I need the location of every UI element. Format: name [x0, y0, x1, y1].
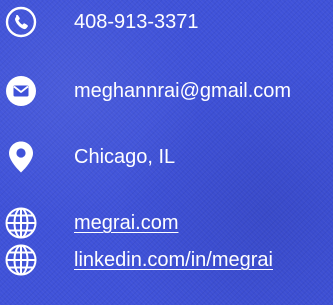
website-link[interactable]: megrai.com — [74, 211, 178, 235]
location-text: Chicago, IL — [74, 146, 176, 168]
contact-list: 408-913-3371 meghannrai@gmail.com Chicag… — [0, 0, 333, 305]
contact-phone-row: 408-913-3371 — [0, 2, 333, 42]
contact-location-row: Chicago, IL — [0, 137, 333, 177]
contact-email-row: meghannrai@gmail.com — [0, 71, 333, 111]
linkedin-link[interactable]: linkedin.com/in/megrai — [74, 248, 273, 272]
contact-website-row: megrai.com — [0, 203, 333, 243]
globe-icon — [4, 206, 38, 240]
phone-number: 408-913-3371 — [74, 11, 199, 33]
email-address: meghannrai@gmail.com — [74, 80, 292, 102]
globe-icon — [4, 243, 38, 277]
phone-icon — [4, 5, 38, 39]
contact-linkedin-row: linkedin.com/in/megrai — [0, 240, 333, 280]
map-pin-icon — [4, 140, 38, 174]
envelope-icon — [4, 74, 38, 108]
